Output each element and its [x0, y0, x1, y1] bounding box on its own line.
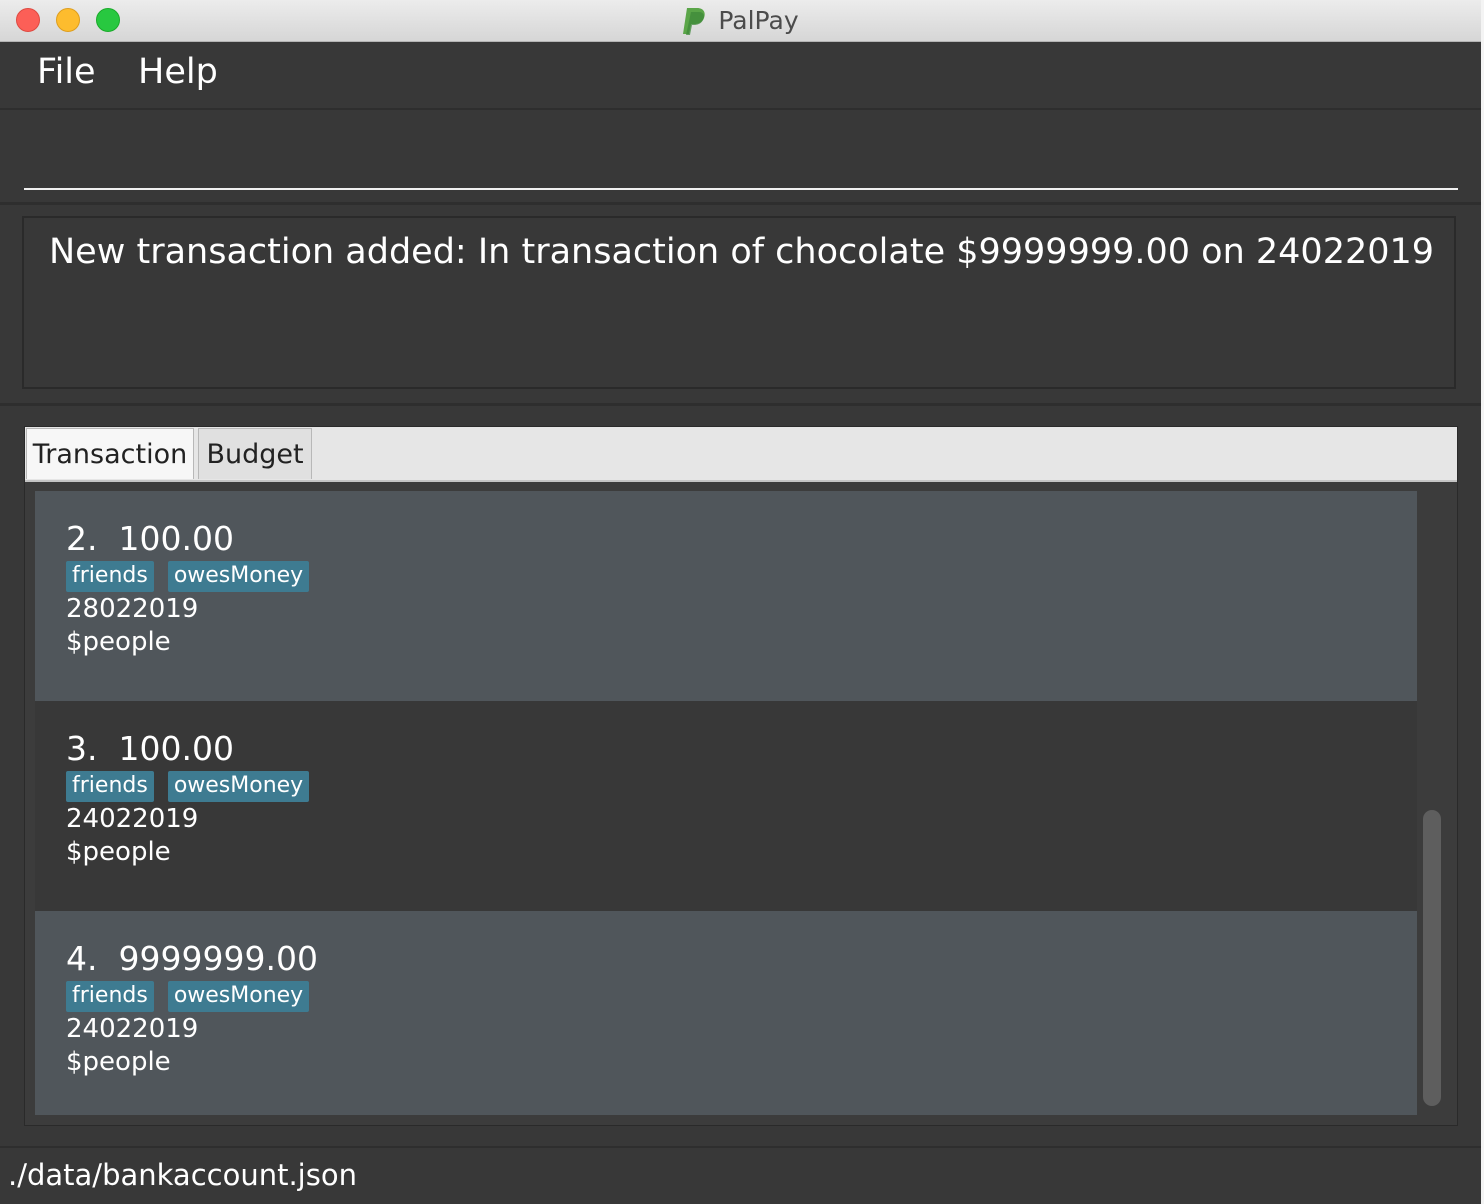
command-input[interactable]: [24, 120, 1458, 190]
transaction-amount: 100.00: [118, 729, 234, 768]
tag-badge: friends: [66, 771, 154, 802]
tag-badge: owesMoney: [167, 981, 310, 1012]
save-file-path: ./data/bankaccount.json: [8, 1158, 357, 1192]
transaction-description: $people: [66, 627, 171, 657]
transaction-date: 24022019: [66, 1014, 199, 1044]
tab-transaction[interactable]: Transaction: [26, 428, 194, 479]
tag-list: friends owesMoney: [66, 771, 310, 802]
transaction-title: 4. 9999999.00: [66, 939, 318, 978]
result-text-area[interactable]: New transaction added: In transaction of…: [22, 216, 1456, 389]
transaction-index: 4.: [66, 939, 98, 978]
paypal-p-icon: [683, 7, 706, 35]
tag-badge: owesMoney: [167, 561, 310, 592]
transaction-card[interactable]: 2. 100.00 friends owesMoney 28022019 $pe…: [35, 491, 1417, 701]
tag-badge: friends: [66, 981, 154, 1012]
list-scrollbar[interactable]: [1423, 810, 1441, 1106]
transaction-date: 28022019: [66, 594, 199, 624]
tag-badge: friends: [66, 561, 154, 592]
menu-file[interactable]: File: [37, 52, 96, 92]
menu-help[interactable]: Help: [138, 52, 218, 92]
transaction-index: 2.: [66, 519, 98, 558]
transaction-amount: 100.00: [118, 519, 234, 558]
title-bar[interactable]: PalPay: [0, 0, 1481, 42]
tab-header: Transaction Budget: [25, 427, 1457, 482]
tab-pane: Transaction Budget 2. 100.00 friends owe…: [24, 426, 1458, 1126]
tag-badge: owesMoney: [167, 771, 310, 802]
transaction-index: 3.: [66, 729, 98, 768]
result-message: New transaction added: In transaction of…: [49, 232, 1435, 272]
transaction-description: $people: [66, 1047, 171, 1077]
tag-list: friends owesMoney: [66, 561, 310, 592]
transaction-title: 3. 100.00: [66, 729, 234, 768]
window-title: PalPay: [718, 6, 799, 35]
status-bar: ./data/bankaccount.json: [0, 1146, 1481, 1204]
menu-bar: File Help: [0, 42, 1481, 110]
app-window: PalPay File Help New transaction added: …: [0, 0, 1481, 1204]
tag-list: friends owesMoney: [66, 981, 310, 1012]
transaction-list[interactable]: 2. 100.00 friends owesMoney 28022019 $pe…: [35, 491, 1417, 1115]
transaction-title: 2. 100.00: [66, 519, 234, 558]
command-box: [0, 110, 1481, 205]
transaction-date: 24022019: [66, 804, 199, 834]
transaction-card[interactable]: 4. 9999999.00 friends owesMoney 24022019…: [35, 911, 1417, 1115]
result-display: New transaction added: In transaction of…: [0, 205, 1481, 406]
transaction-description: $people: [66, 837, 171, 867]
transaction-card[interactable]: 3. 100.00 friends owesMoney 24022019 $pe…: [35, 701, 1417, 911]
transaction-amount: 9999999.00: [118, 939, 318, 978]
tab-budget[interactable]: Budget: [198, 428, 312, 479]
